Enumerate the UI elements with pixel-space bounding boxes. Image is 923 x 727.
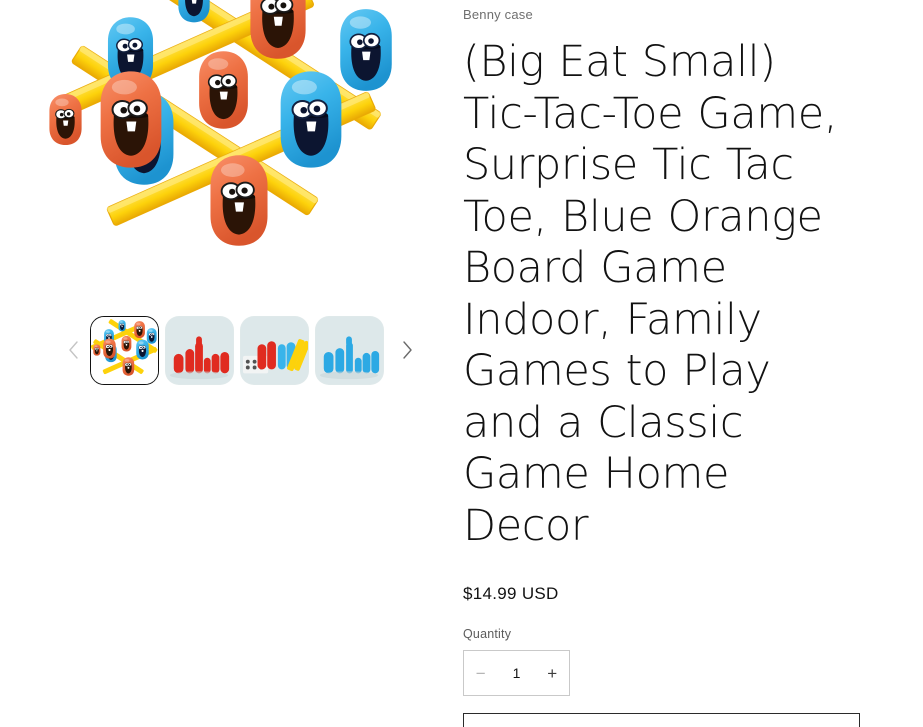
thumbnail-red-pieces[interactable] xyxy=(165,315,234,385)
thumbnail-tic-tac-toe-full-set[interactable] xyxy=(90,315,159,385)
thumbnail-mixed-pieces-with-board[interactable] xyxy=(240,315,309,385)
gallery-prev-chevron-icon[interactable] xyxy=(56,333,90,367)
thumbnail-carousel xyxy=(0,314,455,386)
page-title: (Big Eat Small) Tic-Tac-Toe Game, Surpri… xyxy=(463,37,838,551)
product-info: Benny case (Big Eat Small) Tic-Tac-Toe G… xyxy=(463,0,860,727)
main-product-image[interactable] xyxy=(32,0,432,293)
gallery-next-chevron-icon[interactable] xyxy=(390,333,424,367)
quantity-input[interactable] xyxy=(497,665,536,681)
product-page: Benny case (Big Eat Small) Tic-Tac-Toe G… xyxy=(0,0,923,727)
thumbnail-blue-pieces[interactable] xyxy=(315,315,384,385)
quantity-decrease-button[interactable]: − xyxy=(464,651,498,695)
product-vendor: Benny case xyxy=(463,7,533,22)
quantity-label: Quantity xyxy=(463,627,512,641)
quantity-increase-button[interactable]: + xyxy=(536,651,570,695)
quantity-stepper[interactable]: − + xyxy=(463,650,570,696)
thumbnail-list xyxy=(90,315,384,385)
product-price: $14.99 USD xyxy=(463,584,559,603)
add-to-cart-button[interactable]: Add to cart xyxy=(463,713,860,727)
product-gallery xyxy=(0,0,455,727)
